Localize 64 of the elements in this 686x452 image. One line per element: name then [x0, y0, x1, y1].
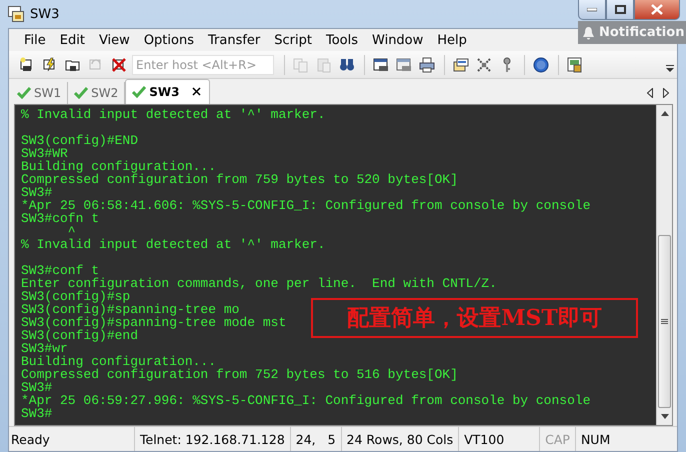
close-icon[interactable] [192, 87, 202, 96]
menu-item[interactable]: Edit [52, 32, 92, 48]
terminal-line: SW3(config)#end [21, 329, 138, 342]
printer-icon[interactable] [419, 56, 435, 72]
terminal-line: Enter configuration commands, one per line. End with CNTL/Z. [21, 277, 497, 290]
terminal-line: SW3(config)#spanning-tree mo [21, 303, 240, 316]
terminal-line: SW3(config)#END [21, 134, 138, 147]
key-indicator: CAP [539, 427, 575, 451]
terminal-line: SW3# [21, 381, 52, 394]
terminal-line: ^ [68, 225, 76, 238]
terminal-line: % Invalid input detected at '^' marker. [21, 108, 326, 121]
terminal-line: Compressed configuration from 759 bytes to 520 bytes[OK] [21, 173, 458, 186]
key-indicator: NUM [574, 427, 616, 451]
terminal-line: Compressed configuration from 752 bytes to 516 bytes[OK] [21, 368, 458, 381]
overflow-icon[interactable] [666, 65, 674, 72]
cursor-position: 24, 5 [290, 427, 341, 451]
scroll-down-icon[interactable] [660, 414, 668, 419]
terminal-line: SW3#conf t [21, 264, 100, 277]
session-tab[interactable]: SW3 [125, 79, 210, 104]
terminal-line: SW3(config)#spanning-tree mode mst [21, 316, 286, 329]
menu-item[interactable]: File [17, 32, 53, 48]
emulation-text: VT100 [458, 427, 540, 451]
close-button[interactable] [634, 0, 680, 20]
menu-item[interactable]: Script [267, 32, 319, 48]
check-icon [132, 86, 146, 98]
menu-item[interactable]: Help [430, 32, 474, 48]
scrollbar-thumb[interactable] [658, 234, 671, 408]
minimize-icon [587, 8, 597, 12]
connection-text: Telnet: 192.168.71.128 [134, 427, 290, 451]
terminal-line: *Apr 25 06:59:27.996: %SYS-5-CONFIG_I: Configured from console by console [21, 394, 590, 407]
menu-item[interactable]: Options [136, 32, 201, 48]
scroll-left-icon[interactable] [647, 88, 653, 98]
terminal-line: % Invalid input detected at '^' marker. [21, 238, 326, 251]
terminal-line: SW3# [21, 186, 52, 199]
binoculars-icon[interactable] [339, 56, 355, 72]
session-tab[interactable]: SW1 [11, 82, 68, 104]
scroll-right-icon[interactable] [663, 88, 669, 98]
annotation-box: 配置简单，设置MST即可 [311, 298, 638, 338]
check-icon [74, 87, 88, 99]
terminal-line: SW3#WR [21, 147, 68, 160]
close-icon [651, 4, 663, 15]
app-icon [8, 6, 24, 22]
disconnect-icon[interactable] [111, 56, 127, 72]
window-title: SW3 [30, 6, 60, 22]
menu-item[interactable]: Transfer [200, 32, 268, 48]
minimize-button[interactable] [578, 0, 606, 20]
host-field[interactable]: Enter host <Alt+R> [132, 54, 274, 74]
menu-item[interactable]: Window [365, 32, 430, 48]
maximize-icon [614, 5, 626, 14]
terminal-line: SW3# [21, 407, 52, 420]
terminal-line: SW3#cofn t [21, 212, 100, 225]
terminal-line: SW3#wr [21, 342, 68, 355]
scroll-up-icon[interactable] [660, 111, 668, 116]
terminal-size: 24 Rows, 80 Cols [340, 427, 458, 451]
terminal-line: *Apr 25 06:58:41.606: %SYS-5-CONFIG_I: Configured from console by console [21, 199, 590, 212]
menu-item[interactable]: Tools [318, 32, 366, 48]
terminal-line: Building configuration... [21, 355, 216, 368]
window-icon[interactable] [373, 56, 389, 72]
check-icon [17, 87, 31, 99]
menu-item[interactable]: View [92, 32, 137, 48]
terminal-line: SW3(config)#sp [21, 290, 130, 303]
maximize-button[interactable] [606, 0, 634, 20]
status-text: Ready [10, 430, 51, 449]
terminal-line: Building configuration... [21, 160, 216, 173]
